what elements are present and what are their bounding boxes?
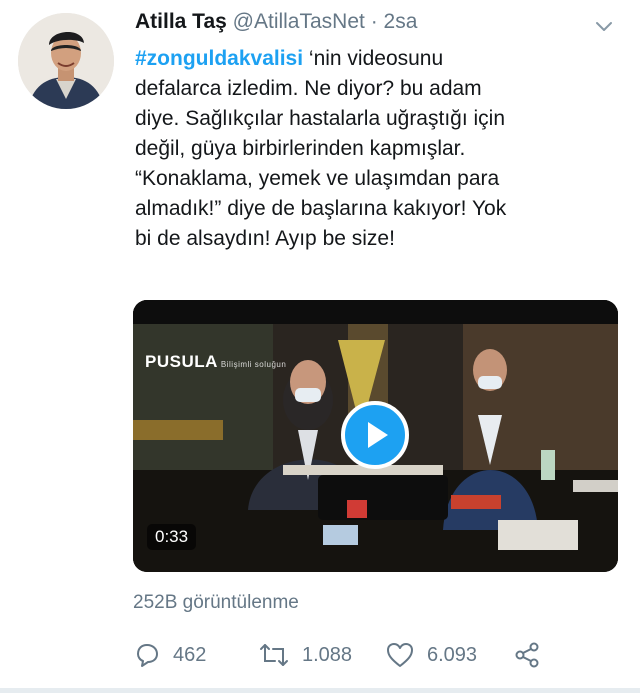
tweet-text-fragment: ‘nin videosunu <box>303 47 444 70</box>
avatar[interactable] <box>18 13 114 109</box>
avatar-image <box>18 13 114 109</box>
like-button[interactable]: 6.093 <box>385 640 477 670</box>
watermark-subtext: Bilişimli soluğun <box>220 360 287 369</box>
reply-button[interactable]: 462 <box>133 640 206 670</box>
chevron-down-icon[interactable] <box>594 16 614 36</box>
reply-count: 462 <box>173 643 207 666</box>
share-button[interactable] <box>513 640 553 670</box>
video-player[interactable]: PUSULA Bilişimli soluğun 0:33 <box>133 300 618 572</box>
tweet-actions: 462 1.088 6.093 <box>133 640 613 670</box>
like-icon <box>387 643 413 667</box>
video-watermark: PUSULA Bilişimli soluğun <box>145 352 286 372</box>
author-name[interactable]: Atilla Taş <box>135 10 227 33</box>
author-handle[interactable]: @AtillaTasNet <box>233 10 365 33</box>
watermark-text: PUSULA <box>145 352 218 371</box>
reply-icon <box>137 644 158 667</box>
retweet-count: 1.088 <box>302 643 353 666</box>
tweet-text-line: almadık!” diye de başlarına kakıyor! Yok <box>135 197 507 220</box>
tweet-text-line: bi de alsaydın! Ayıp be size! <box>135 227 395 250</box>
tweet-text-line: #zonguldakvalisi ‘nin videosunu <box>135 44 615 74</box>
share-icon <box>515 642 539 668</box>
tweet-time[interactable]: 2sa <box>384 10 418 33</box>
tweet-text-line: defalarca izledim. Ne diyor? bu adam <box>135 77 482 100</box>
video-duration: 0:33 <box>147 524 197 550</box>
tweet-text-line: “Konaklama, yemek ve ulaşımdan para <box>135 167 500 190</box>
hashtag-link[interactable]: #zonguldakvalisi <box>135 47 303 70</box>
separator-dot: · <box>370 10 378 33</box>
view-count: 252B görüntülenme <box>133 592 299 613</box>
tweet-text-line: diye. Sağlıkçılar hastalarla uğraştığı i… <box>135 107 506 130</box>
retweet-icon <box>260 644 288 666</box>
tweet: Atilla Taş @AtillaTasNet · 2sa #zongulda… <box>0 0 640 693</box>
play-button[interactable] <box>341 401 409 469</box>
bottom-divider <box>0 688 640 693</box>
tweet-header: Atilla Taş @AtillaTasNet · 2sa <box>135 10 417 34</box>
tweet-text-line: değil, güya birbirlerinden kapmışlar. <box>135 137 466 160</box>
retweet-button[interactable]: 1.088 <box>258 640 352 670</box>
play-icon <box>368 422 388 448</box>
like-count: 6.093 <box>427 643 478 666</box>
tweet-text: #zonguldakvalisi ‘nin videosunu defalarc… <box>135 44 615 254</box>
